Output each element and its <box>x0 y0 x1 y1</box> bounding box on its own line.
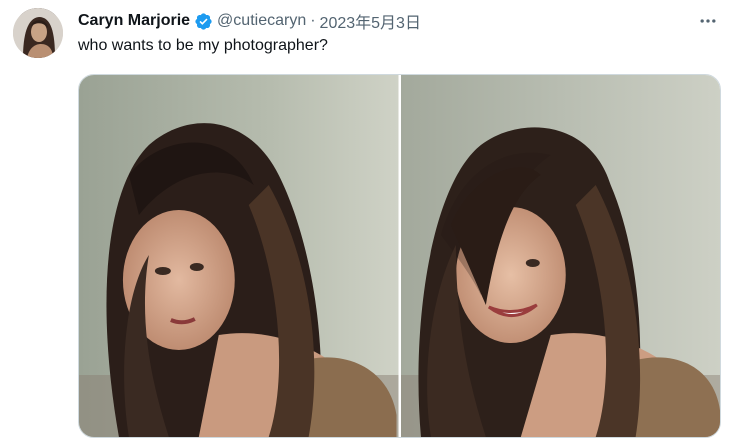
avatar[interactable] <box>13 8 63 58</box>
photo-2[interactable] <box>398 75 720 437</box>
separator-dot: · <box>310 12 316 29</box>
avatar-image <box>13 8 63 58</box>
tweet-header: Caryn Marjorie @cutiecaryn · 2023年5月3日 <box>78 9 699 33</box>
photo-1[interactable] <box>79 75 399 437</box>
verified-badge-icon <box>194 12 213 31</box>
tweet-text: who wants to be my photographer? <box>78 37 328 54</box>
tweet-card[interactable]: Caryn Marjorie @cutiecaryn · 2023年5月3日 w… <box>0 0 739 447</box>
media-grid <box>78 74 721 438</box>
tweet-date[interactable]: 2023年5月3日 <box>320 9 421 33</box>
more-options-icon[interactable] <box>697 10 719 32</box>
author-name[interactable]: Caryn Marjorie <box>78 12 190 30</box>
author-handle[interactable]: @cutiecaryn <box>217 12 306 30</box>
